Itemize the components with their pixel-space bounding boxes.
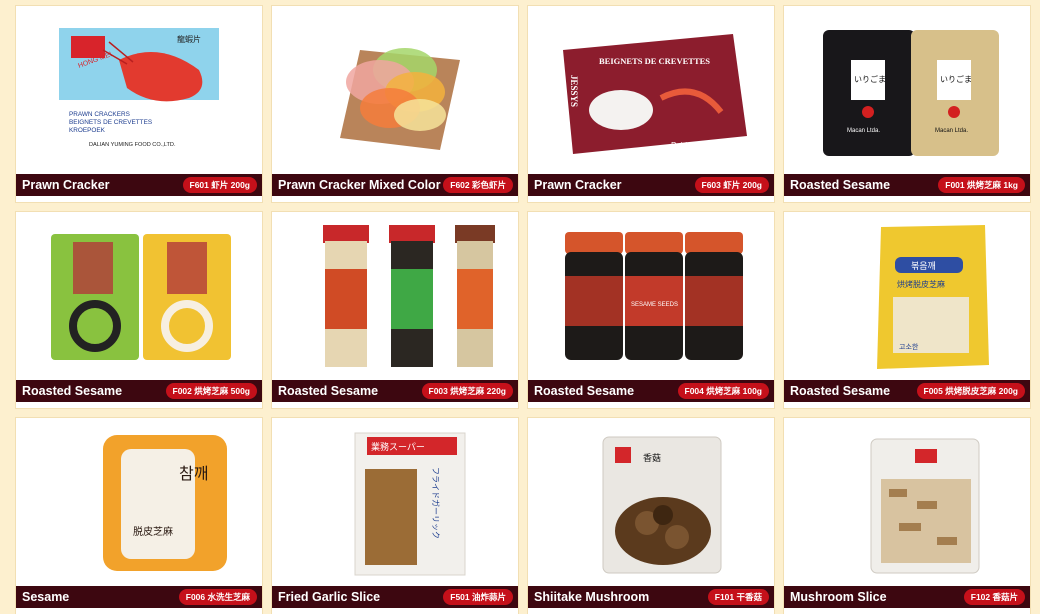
product-caption: Prawn Cracker Mixed Color F602 彩色虾片 bbox=[272, 174, 518, 196]
svg-text:Poids net : 200 g: Poids net : 200 g bbox=[671, 141, 731, 150]
svg-text:참깨: 참깨 bbox=[179, 464, 208, 483]
svg-text:いりごま: いりごま bbox=[940, 74, 972, 84]
product-card[interactable]: Roasted Sesame F003 烘烤芝麻 220g bbox=[272, 212, 518, 408]
product-code-badge: F004 烘烤芝麻 100g bbox=[677, 383, 769, 399]
product-name: Roasted Sesame bbox=[790, 178, 891, 192]
svg-text:脱皮芝麻: 脱皮芝麻 bbox=[133, 525, 173, 538]
product-card[interactable]: BEIGNETS DE CREVETTES JESSYS Poids net :… bbox=[528, 6, 774, 202]
svg-text:DALIAN YUMING FOOD CO.,LTD.: DALIAN YUMING FOOD CO.,LTD. bbox=[89, 142, 176, 148]
product-code-badge: F001 烘烤芝麻 1kg bbox=[938, 177, 1025, 193]
product-code-badge: F006 水洗生芝麻 bbox=[178, 589, 257, 605]
product-name: Prawn Cracker bbox=[534, 178, 622, 192]
product-caption: Sesame F006 水洗生芝麻 bbox=[16, 586, 262, 608]
product-caption: Roasted Sesame F004 烘烤芝麻 100g bbox=[528, 380, 774, 402]
product-name: Prawn Cracker Mixed Color bbox=[278, 178, 441, 192]
shiitake-bag-image[interactable]: 香菇 bbox=[528, 418, 774, 585]
svg-text:フライドガーリック: フライドガーリック bbox=[431, 467, 441, 539]
svg-text:香菇: 香菇 bbox=[643, 452, 661, 464]
product-code-badge: F501 油炸蒜片 bbox=[443, 589, 513, 605]
sesame-sack-image[interactable]: 참깨 脱皮芝麻 bbox=[16, 418, 262, 585]
product-code-badge: F601 虾片 200g bbox=[182, 177, 257, 193]
product-caption: Shiitake Mushroom F101 干香菇 bbox=[528, 586, 774, 608]
hulled-sesame-bag-image[interactable]: 볶음깨 烘烤脱皮芝麻 고소한 bbox=[784, 212, 1030, 379]
product-name: Shiitake Mushroom bbox=[534, 590, 650, 604]
garlic-bag-image[interactable]: 業務スーパー フライドガーリック bbox=[272, 418, 518, 585]
svg-text:볶음깨: 볶음깨 bbox=[911, 260, 936, 272]
product-card[interactable]: Roasted Sesame F002 烘烤芝麻 500g bbox=[16, 212, 262, 408]
product-caption: Roasted Sesame F005 烘烤脱皮芝麻 200g bbox=[784, 380, 1030, 402]
product-caption: Prawn Cracker F603 虾片 200g bbox=[528, 174, 774, 196]
sesame-pouches-image[interactable] bbox=[16, 212, 262, 379]
product-name: Prawn Cracker bbox=[22, 178, 110, 192]
svg-text:いりごま: いりごま bbox=[854, 74, 886, 84]
product-caption: Fried Garlic Slice F501 油炸蒜片 bbox=[272, 586, 518, 608]
product-caption: Mushroom Slice F102 香菇片 bbox=[784, 586, 1030, 608]
beignets-box-image[interactable]: BEIGNETS DE CREVETTES JESSYS Poids net :… bbox=[528, 6, 774, 173]
svg-text:BEIGNETS DE CREVETTES: BEIGNETS DE CREVETTES bbox=[69, 119, 152, 126]
product-name: Fried Garlic Slice bbox=[278, 590, 381, 604]
black-sesame-jars-image[interactable]: SESAME SEEDS bbox=[528, 212, 774, 379]
product-caption: Prawn Cracker F601 虾片 200g bbox=[16, 174, 262, 196]
svg-text:Macan Ltda.: Macan Ltda. bbox=[935, 128, 968, 134]
product-name: Roasted Sesame bbox=[22, 384, 123, 398]
product-card[interactable]: 볶음깨 烘烤脱皮芝麻 고소한 Roasted Sesame F005 烘烤脱皮芝… bbox=[784, 212, 1030, 408]
svg-text:Macan Ltda.: Macan Ltda. bbox=[847, 128, 880, 134]
product-name: Mushroom Slice bbox=[790, 590, 887, 604]
mushroom-slice-bag-image[interactable] bbox=[784, 418, 1030, 585]
product-name: Sesame bbox=[22, 590, 70, 604]
product-code-badge: F602 彩色虾片 bbox=[443, 177, 513, 193]
product-code-badge: F002 烘烤芝麻 500g bbox=[165, 383, 257, 399]
svg-text:SESAME SEEDS: SESAME SEEDS bbox=[631, 302, 678, 308]
svg-text:業務スーパー: 業務スーパー bbox=[371, 441, 425, 453]
product-code-badge: F003 烘烤芝麻 220g bbox=[421, 383, 513, 399]
product-card[interactable]: 業務スーパー フライドガーリック Fried Garlic Slice F501… bbox=[272, 418, 518, 614]
sesame-bags-image[interactable]: いりごま いりごま Macan Ltda. Macan Ltda. bbox=[784, 6, 1030, 173]
product-caption: Roasted Sesame F002 烘烤芝麻 500g bbox=[16, 380, 262, 402]
product-name: Roasted Sesame bbox=[790, 384, 891, 398]
product-code-badge: F005 烘烤脱皮芝麻 200g bbox=[916, 383, 1025, 399]
product-name: Roasted Sesame bbox=[278, 384, 379, 398]
prawn-cracker-box-image[interactable]: HONG MEI 龍蝦片 PRAWN CRACKERS BEIGNETS DE … bbox=[16, 6, 262, 173]
product-card[interactable]: Mushroom Slice F102 香菇片 bbox=[784, 418, 1030, 614]
product-card[interactable]: Prawn Cracker Mixed Color F602 彩色虾片 bbox=[272, 6, 518, 202]
svg-text:烘烤脱皮芝麻: 烘烤脱皮芝麻 bbox=[897, 279, 945, 289]
sesame-jars-image[interactable] bbox=[272, 212, 518, 379]
chinese-brand-text: 龍蝦片 bbox=[177, 34, 201, 44]
svg-text:PRAWN CRACKERS: PRAWN CRACKERS bbox=[69, 111, 130, 118]
svg-text:고소한: 고소한 bbox=[899, 343, 919, 351]
product-card[interactable]: 참깨 脱皮芝麻 Sesame F006 水洗生芝麻 bbox=[16, 418, 262, 614]
colored-crackers-image[interactable] bbox=[272, 6, 518, 173]
product-card[interactable]: いりごま いりごま Macan Ltda. Macan Ltda. Roaste… bbox=[784, 6, 1030, 202]
product-card[interactable]: HONG MEI 龍蝦片 PRAWN CRACKERS BEIGNETS DE … bbox=[16, 6, 262, 202]
product-name: Roasted Sesame bbox=[534, 384, 635, 398]
product-grid: HONG MEI 龍蝦片 PRAWN CRACKERS BEIGNETS DE … bbox=[0, 0, 1040, 614]
product-card[interactable]: SESAME SEEDS Roasted Sesame F004 烘烤芝麻 10… bbox=[528, 212, 774, 408]
svg-text:KROEPOEK: KROEPOEK bbox=[69, 127, 106, 134]
product-caption: Roasted Sesame F001 烘烤芝麻 1kg bbox=[784, 174, 1030, 196]
product-card[interactable]: 香菇 Shiitake Mushroom F101 干香菇 bbox=[528, 418, 774, 614]
product-code-badge: F101 干香菇 bbox=[707, 589, 769, 605]
svg-text:BEIGNETS DE CREVETTES: BEIGNETS DE CREVETTES bbox=[599, 56, 710, 66]
product-code-badge: F603 虾片 200g bbox=[694, 177, 769, 193]
svg-text:JESSYS: JESSYS bbox=[569, 75, 579, 107]
product-caption: Roasted Sesame F003 烘烤芝麻 220g bbox=[272, 380, 518, 402]
product-code-badge: F102 香菇片 bbox=[963, 589, 1025, 605]
